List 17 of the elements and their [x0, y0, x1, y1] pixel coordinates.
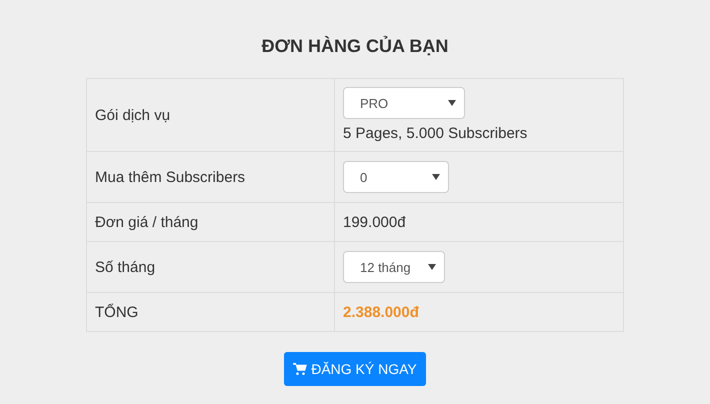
select-field[interactable]: 12 tháng — [343, 251, 445, 283]
row-label: Số tháng — [95, 258, 156, 276]
register-button[interactable]: ĐĂNG KÝ NGAY — [284, 352, 426, 386]
caret-icon — [432, 174, 440, 180]
cart-icon — [293, 363, 308, 375]
caret-icon — [428, 264, 436, 270]
caret-icon — [448, 100, 456, 106]
row-label: TỔNG — [95, 304, 138, 320]
select-field[interactable]: 0 — [343, 161, 449, 193]
row-label: Đơn giá / tháng — [95, 214, 198, 230]
row-label: Mua thêm Subscribers — [95, 168, 246, 186]
select-field[interactable]: PRO — [343, 87, 465, 119]
order-title: ĐƠN HÀNG CỦA BẠN — [262, 34, 448, 58]
total-value: 2.388.000đ — [343, 304, 419, 320]
price-value: 199.000đ — [343, 214, 406, 230]
row-label: Gói dịch vụ — [95, 106, 170, 124]
package-note: 5 Pages, 5.000 Subscribers — [343, 125, 528, 142]
